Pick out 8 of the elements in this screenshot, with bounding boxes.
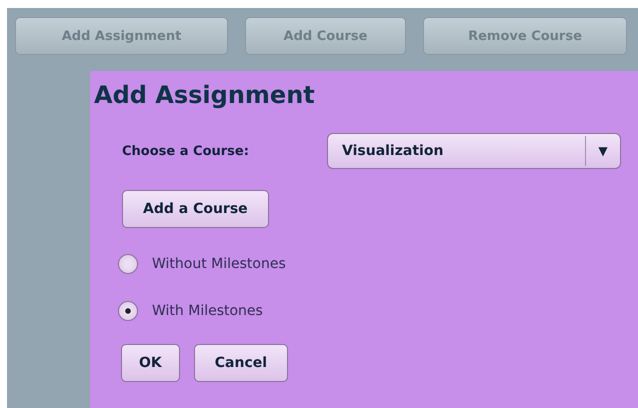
- course-dropdown[interactable]: Visualization ▼: [327, 133, 621, 169]
- dialog-title: Add Assignment: [94, 81, 316, 109]
- course-label: Choose a Course:: [122, 144, 250, 158]
- ok-button[interactable]: OK: [121, 344, 180, 382]
- add-course-button[interactable]: Add a Course: [122, 190, 269, 228]
- radio-option[interactable]: Without Milestones: [118, 254, 638, 274]
- radio-option[interactable]: With Milestones: [118, 301, 638, 321]
- cancel-button[interactable]: Cancel: [194, 344, 288, 382]
